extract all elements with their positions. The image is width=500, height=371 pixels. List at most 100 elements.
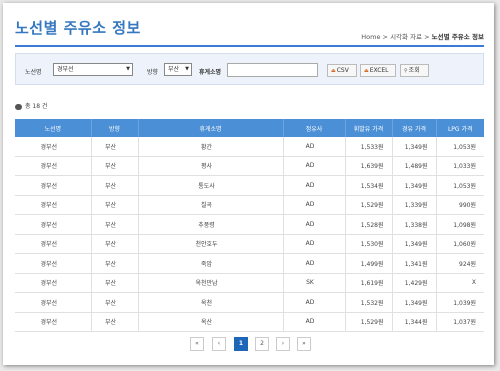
table-row: 경부선 부산 옥산 AD 1,529원 1,344원 1,037원	[15, 312, 484, 332]
cell-diesel-price: 1,338원	[391, 214, 436, 235]
column-header-direction: 방향	[90, 119, 138, 137]
cell-diesel-price: 1,344원	[391, 312, 436, 332]
cell-direction: 부산	[90, 137, 138, 157]
cell-gasoline-price: 1,499원	[344, 253, 392, 274]
cell-route: 경부선	[15, 156, 91, 176]
page-1-button[interactable]: 1	[234, 337, 248, 351]
table-row: 경부선 부산 황간 AD 1,533원 1,349원 1,053원	[15, 137, 484, 157]
direction-label: 방향	[147, 69, 159, 76]
next-page-button[interactable]: ›	[276, 337, 290, 351]
breadcrumb-current: 노선별 주유소 정보	[431, 33, 484, 41]
cell-gasoline-price: 1,529원	[344, 312, 392, 332]
cell-gasoline-price: 1,639원	[344, 156, 392, 176]
cell-diesel-price: 1,429원	[391, 273, 436, 293]
page-title: 노선별 주유소 정보	[15, 19, 141, 37]
route-label: 노선명	[25, 69, 42, 76]
table-row: 경부선 부산 칠곡 AD 1,529원 1,339원 990원	[15, 195, 484, 215]
cell-diesel-price: 1,339원	[391, 195, 436, 215]
cell-gasoline-price: 1,534원	[344, 175, 392, 196]
breadcrumb-home[interactable]: Home	[361, 33, 380, 41]
cell-route: 경부선	[15, 175, 91, 196]
cell-gasoline-price: 1,533원	[344, 137, 392, 157]
cell-diesel-price: 1,349원	[391, 234, 436, 254]
cell-direction: 부산	[90, 156, 138, 176]
cell-lpg-price: 1,053원	[435, 137, 484, 157]
cell-oil-company: AD	[282, 214, 345, 235]
cell-oil-company: SK	[282, 273, 345, 293]
cell-rest-area: 옥천만남	[137, 273, 283, 293]
cell-lpg-price: X	[435, 273, 484, 293]
column-header-oil-company: 정유사	[282, 119, 345, 137]
cell-lpg-price: 1,037원	[435, 312, 484, 332]
direction-select-value: 부산	[168, 66, 180, 73]
cell-rest-area: 평사	[137, 156, 283, 176]
excel-button[interactable]: ⏏EXCEL	[360, 64, 396, 77]
cell-gasoline-price: 1,532원	[344, 292, 392, 313]
table-row: 경부선 부산 평사 AD 1,639원 1,489원 1,033원	[15, 156, 484, 176]
filter-bar: 노선명 경부선 ▼ 방향 부산 ▼ 휴게소명 ⏏CSV ⏏EXCEL ⚲조회	[15, 53, 484, 85]
cell-rest-area: 옥산	[137, 312, 283, 332]
cell-lpg-price: 1,053원	[435, 175, 484, 196]
cell-direction: 부산	[90, 195, 138, 215]
cell-rest-area: 통도사	[137, 175, 283, 196]
column-header-diesel: 경유 가격	[391, 119, 436, 137]
cell-diesel-price: 1,349원	[391, 137, 436, 157]
cell-route: 경부선	[15, 312, 91, 332]
result-count: 총 18 건	[15, 101, 48, 110]
search-icon: ⚲	[404, 68, 408, 74]
cell-rest-area: 추풍령	[137, 214, 283, 235]
cell-oil-company: AD	[282, 195, 345, 215]
rest-area-input[interactable]	[227, 63, 318, 77]
cell-route: 경부선	[15, 137, 91, 157]
cell-route: 경부선	[15, 214, 91, 235]
cell-rest-area: 천안호두	[137, 234, 283, 254]
last-page-button[interactable]: »	[297, 337, 311, 351]
speech-bubble-icon	[15, 103, 22, 110]
cell-route: 경부선	[15, 273, 91, 293]
table-row: 경부선 부산 옥천 AD 1,532원 1,349원 1,039원	[15, 292, 484, 313]
cell-direction: 부산	[90, 175, 138, 196]
table-row: 경부선 부산 죽암 AD 1,499원 1,341원 924원	[15, 253, 484, 274]
direction-select[interactable]: 부산 ▼	[164, 63, 192, 76]
cell-direction: 부산	[90, 292, 138, 313]
route-select-value: 경부선	[57, 66, 74, 73]
cell-oil-company: AD	[282, 253, 345, 274]
search-button[interactable]: ⚲조회	[400, 64, 429, 77]
cell-gasoline-price: 1,530원	[344, 234, 392, 254]
table-row: 경부선 부산 통도사 AD 1,534원 1,349원 1,053원	[15, 175, 484, 196]
cell-oil-company: AD	[282, 292, 345, 313]
prev-page-button[interactable]: ‹	[212, 337, 226, 351]
breadcrumb: Home > 시각화 자료 > 노선별 주유소 정보	[361, 33, 484, 41]
column-header-lpg: LPG 가격	[435, 119, 484, 137]
csv-button[interactable]: ⏏CSV	[327, 64, 357, 77]
cell-gasoline-price: 1,528원	[344, 214, 392, 235]
table-row: 경부선 부산 천안호두 AD 1,530원 1,349원 1,060원	[15, 234, 484, 254]
cell-diesel-price: 1,341원	[391, 253, 436, 274]
cell-route: 경부선	[15, 195, 91, 215]
rest-area-label: 휴게소명	[199, 69, 222, 76]
first-page-button[interactable]: «	[190, 337, 204, 351]
cell-rest-area: 황간	[137, 137, 283, 157]
chevron-down-icon: ▼	[126, 66, 130, 72]
cell-oil-company: AD	[282, 234, 345, 254]
pagination: « ‹ 1 2 › »	[3, 337, 494, 351]
cell-route: 경부선	[15, 234, 91, 254]
cell-route: 경부선	[15, 292, 91, 313]
download-icon: ⏏	[364, 68, 369, 74]
column-header-route: 노선명	[15, 119, 91, 137]
cell-direction: 부산	[90, 273, 138, 293]
window: 노선별 주유소 정보 Home > 시각화 자료 > 노선별 주유소 정보 노선…	[3, 3, 494, 365]
column-header-rest-area: 휴게소명	[137, 119, 283, 137]
cell-lpg-price: 1,039원	[435, 292, 484, 313]
cell-lpg-price: 990원	[435, 195, 484, 215]
cell-direction: 부산	[90, 214, 138, 235]
cell-diesel-price: 1,349원	[391, 175, 436, 196]
cell-oil-company: AD	[282, 312, 345, 332]
cell-lpg-price: 1,060원	[435, 234, 484, 254]
breadcrumb-category[interactable]: 시각화 자료	[390, 33, 422, 41]
cell-direction: 부산	[90, 312, 138, 332]
table-row: 경부선 부산 옥천만남 SK 1,619원 1,429원 X	[15, 273, 484, 293]
cell-lpg-price: 924원	[435, 253, 484, 274]
route-select[interactable]: 경부선 ▼	[53, 63, 133, 76]
page-2-button[interactable]: 2	[255, 337, 269, 351]
